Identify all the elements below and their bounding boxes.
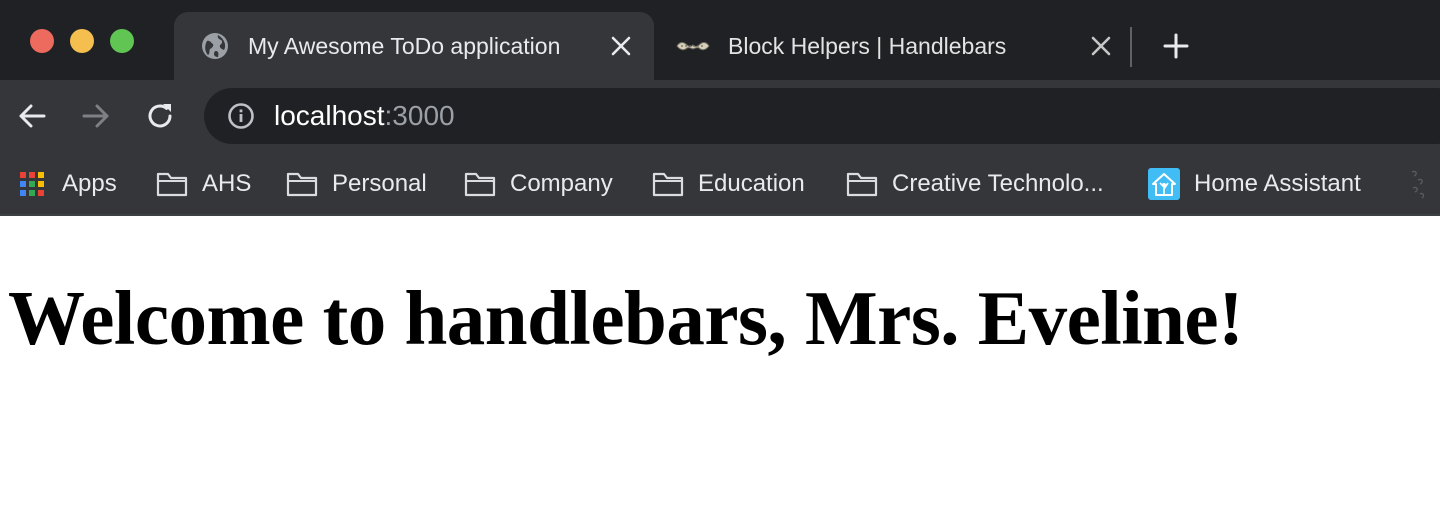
- page-content: Welcome to handlebars, Mrs. Eveline!: [0, 218, 1440, 530]
- bookmark-label: Company: [510, 170, 613, 197]
- page-heading: Welcome to handlebars, Mrs. Eveline!: [8, 275, 1244, 361]
- bookmark-label: Creative Technolo...: [892, 170, 1104, 197]
- bookmark-label: AHS: [202, 170, 252, 197]
- globe-icon: [200, 31, 230, 61]
- tab-strip: My Awesome ToDo application Block Helper…: [0, 0, 1440, 80]
- tab-title: Block Helpers | Handlebars: [728, 32, 1007, 59]
- bookmark-folder-creative-technology[interactable]: Creative Technolo...: [846, 162, 1104, 206]
- bookmark-apps[interactable]: Apps: [16, 162, 117, 206]
- tab-divider: [1130, 27, 1132, 67]
- close-window-button[interactable]: [30, 29, 54, 53]
- tab-close-icon[interactable]: [1086, 31, 1116, 61]
- bookmark-label: Apps: [62, 170, 117, 197]
- home-assistant-icon: [1148, 168, 1180, 200]
- bookmark-label: Home Assistant: [1194, 170, 1361, 197]
- bookmark-label: Personal: [332, 170, 427, 197]
- bookmark-folder-personal[interactable]: Personal: [286, 162, 427, 206]
- bookmark-overflow-icon[interactable]: [1404, 162, 1440, 206]
- bookmark-folder-education[interactable]: Education: [652, 162, 805, 206]
- folder-icon: [156, 168, 188, 200]
- forward-arrow-icon[interactable]: [76, 96, 116, 136]
- bookmark-home-assistant[interactable]: Home Assistant: [1148, 162, 1361, 206]
- reload-icon[interactable]: [140, 96, 180, 136]
- apps-grid-icon: [16, 168, 48, 200]
- bookmark-label: Education: [698, 170, 805, 197]
- tab-block-helpers[interactable]: Block Helpers | Handlebars: [660, 12, 1140, 80]
- tab-title: My Awesome ToDo application: [248, 32, 561, 59]
- tab-my-awesome-todo[interactable]: My Awesome ToDo application: [174, 12, 654, 80]
- url-port: :3000: [384, 100, 455, 131]
- handlebars-mustache-icon: [676, 31, 710, 61]
- bookmark-folder-ahs[interactable]: AHS: [156, 162, 251, 206]
- url-host: localhost: [274, 100, 385, 131]
- folder-icon: [464, 168, 496, 200]
- folder-icon: [286, 168, 318, 200]
- new-tab-plus-icon[interactable]: [1156, 26, 1196, 66]
- minimize-window-button[interactable]: [70, 29, 94, 53]
- info-icon[interactable]: [226, 101, 256, 131]
- back-arrow-icon[interactable]: [12, 96, 52, 136]
- tab-close-icon[interactable]: [606, 31, 636, 61]
- address-bar[interactable]: localhost:3000: [204, 88, 1440, 144]
- maximize-window-button[interactable]: [110, 29, 134, 53]
- folder-icon: [652, 168, 684, 200]
- bookmark-folder-company[interactable]: Company: [464, 162, 613, 206]
- folder-icon: [846, 168, 878, 200]
- browser-toolbar: localhost:3000: [0, 80, 1440, 152]
- bookmarks-bar: Apps AHS Personal Company Education Crea…: [0, 152, 1440, 216]
